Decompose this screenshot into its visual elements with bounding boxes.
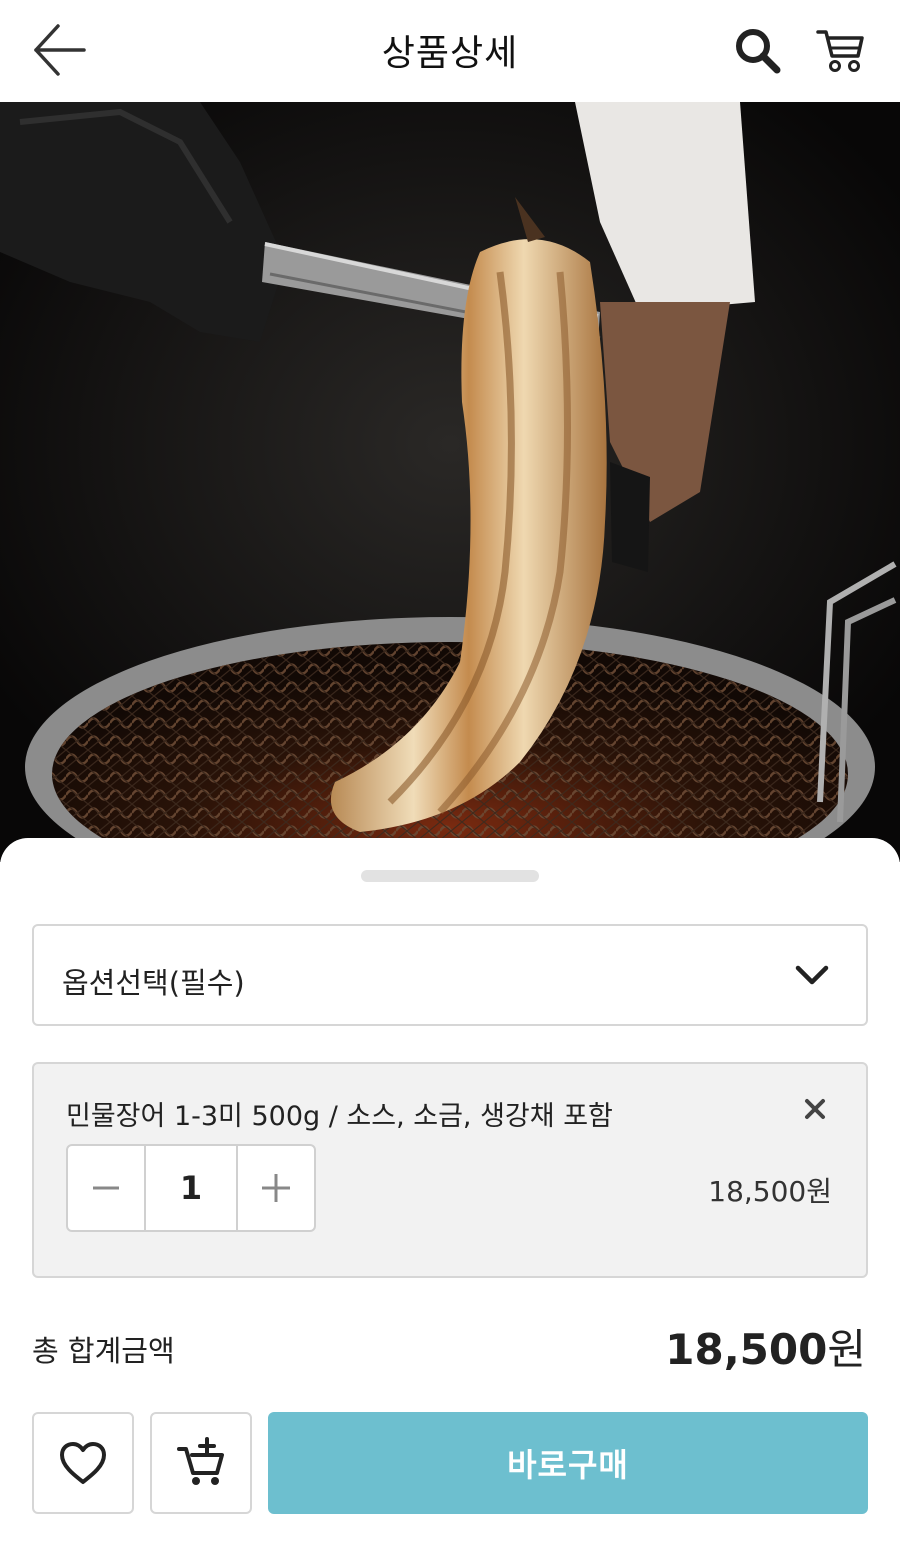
quantity-stepper: 1 bbox=[66, 1144, 316, 1232]
cart-button[interactable] bbox=[810, 22, 870, 78]
wishlist-button[interactable] bbox=[32, 1412, 134, 1514]
selected-option-item: 민물장어 1-3미 500g / 소스, 소금, 생강채 포함 1 18,500… bbox=[32, 1062, 868, 1278]
option-select-label: 옵션선택(필수) bbox=[62, 966, 245, 1000]
quantity-value[interactable]: 1 bbox=[146, 1146, 238, 1230]
search-icon bbox=[736, 29, 781, 74]
quantity-increase-button[interactable] bbox=[238, 1146, 314, 1230]
top-bar: 상품상세 bbox=[0, 0, 900, 100]
add-to-cart-button[interactable] bbox=[150, 1412, 252, 1514]
search-button[interactable] bbox=[728, 22, 788, 78]
product-image bbox=[0, 102, 900, 862]
total-label: 총 합계금액 bbox=[32, 1334, 175, 1368]
buy-now-button[interactable]: 바로구매 bbox=[268, 1412, 868, 1514]
purchase-sheet: 옵션선택(필수) 민물장어 1-3미 500g / 소스, 소금, 생강채 포함 bbox=[0, 838, 900, 1546]
chevron-down-icon bbox=[795, 965, 829, 985]
grilled-eel-illustration bbox=[0, 102, 900, 862]
sheet-drag-handle[interactable] bbox=[361, 870, 539, 882]
minus-icon bbox=[93, 1186, 119, 1190]
total-price: 18,500원 bbox=[665, 1316, 866, 1377]
cart-plus-icon bbox=[177, 1437, 224, 1485]
total-amount: 18,500 bbox=[665, 1325, 828, 1374]
heart-icon bbox=[60, 1442, 106, 1484]
selected-option-price: 18,500원 bbox=[708, 1175, 832, 1208]
quantity-decrease-button[interactable] bbox=[68, 1146, 146, 1230]
remove-option-button[interactable] bbox=[800, 1094, 830, 1124]
selected-option-name: 민물장어 1-3미 500g / 소스, 소금, 생강채 포함 bbox=[66, 1101, 613, 1132]
cart-icon bbox=[816, 30, 864, 72]
product-detail-page: 상품상세 옵션선택(필수) 민물장어 1-3미 500g / 소스, 소금, 생… bbox=[0, 0, 900, 1546]
total-unit: 원 bbox=[827, 1325, 866, 1374]
plus-icon bbox=[262, 1174, 290, 1202]
option-select[interactable]: 옵션선택(필수) bbox=[32, 924, 868, 1026]
close-icon bbox=[805, 1099, 825, 1119]
